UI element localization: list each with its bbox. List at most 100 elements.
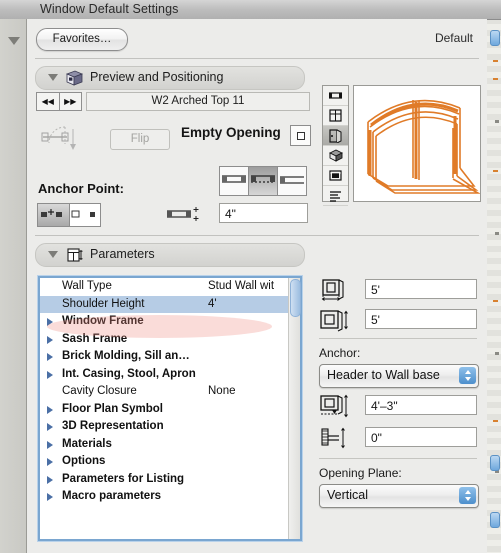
- parameters-scrollbar[interactable]: [288, 278, 301, 539]
- parameter-value[interactable]: 4': [208, 298, 217, 310]
- parameter-name: Floor Plan Symbol: [62, 402, 163, 415]
- expand-triangle-icon[interactable]: [47, 475, 53, 484]
- cube-icon: [66, 70, 83, 86]
- section-icon[interactable]: [323, 166, 348, 186]
- section-title-parameters: Parameters: [90, 247, 155, 261]
- opening-plane-dropdown[interactable]: Vertical: [319, 484, 479, 508]
- table-row[interactable]: Int. Casing, Stool, Apron: [40, 366, 289, 384]
- chevron-updown-icon[interactable]: [459, 487, 476, 504]
- parameter-value[interactable]: Stud Wall wit: [208, 280, 274, 292]
- toolbar-row: Favorites… Default: [27, 19, 487, 58]
- anchor-dropdown[interactable]: Header to Wall base: [319, 364, 479, 388]
- anchor-option-center[interactable]: [38, 204, 69, 226]
- table-row[interactable]: Floor Plan Symbol: [40, 401, 289, 419]
- object-nav-buttons[interactable]: ◀◀ ▶▶: [36, 92, 82, 111]
- anchor-side-icon: [71, 210, 95, 218]
- anchor-option-side[interactable]: [68, 204, 101, 226]
- window-height-icon: [320, 310, 348, 332]
- anchor-dropdown-value: Header to Wall base: [327, 368, 440, 382]
- offset-field-row: 0": [319, 426, 479, 450]
- table-row[interactable]: Options: [40, 453, 289, 471]
- expand-triangle-icon[interactable]: [47, 423, 53, 431]
- section-header-preview[interactable]: Preview and Positioning: [35, 66, 305, 90]
- width-field-row: 5': [319, 278, 479, 302]
- preview-palette: [322, 85, 481, 206]
- empty-opening-checkbox[interactable]: [290, 125, 311, 146]
- window-default-settings-dialog: Window Default Settings Favorites… Defau…: [0, 0, 501, 553]
- expand-triangle-icon[interactable]: [47, 493, 53, 501]
- height-field-row: 5': [319, 308, 479, 332]
- default-label: Default: [434, 31, 473, 45]
- 3d-view-icon[interactable]: [323, 146, 348, 166]
- parameters-icon: [67, 248, 83, 262]
- object-name-field[interactable]: W2 Arched Top 11: [86, 92, 310, 111]
- expand-triangle-icon[interactable]: [47, 440, 53, 449]
- expand-triangle-icon[interactable]: [47, 335, 53, 344]
- wall-position-center[interactable]: [248, 167, 277, 195]
- background-document-edge: [487, 0, 501, 553]
- expand-triangle-icon[interactable]: [47, 353, 53, 361]
- parameter-name: Materials: [62, 437, 112, 450]
- wall-position-outer[interactable]: [277, 167, 306, 195]
- disclosure-triangle-icon[interactable]: [48, 251, 58, 258]
- parameter-name: Int. Casing, Stool, Apron: [62, 367, 196, 380]
- arched-window-wireframe: [367, 99, 480, 194]
- offset-input[interactable]: 0": [365, 427, 477, 447]
- parameter-name: Parameters for Listing: [62, 472, 185, 485]
- sill-height-icon: [320, 394, 348, 418]
- favorites-button[interactable]: Favorites…: [36, 28, 128, 51]
- wall-center-icon: [251, 175, 275, 183]
- floor-plan-icon[interactable]: [323, 86, 348, 106]
- expand-triangle-icon[interactable]: [47, 318, 53, 326]
- title-bar[interactable]: Window Default Settings: [0, 0, 501, 20]
- table-row[interactable]: Macro parameters: [40, 488, 289, 506]
- parameter-name: 3D Representation: [62, 420, 164, 432]
- table-row[interactable]: Wall Type Stud Wall wit: [40, 278, 289, 296]
- disclosure-triangle-icon[interactable]: [48, 74, 58, 81]
- previous-object-button[interactable]: ◀◀: [37, 93, 60, 110]
- wall-depth-input[interactable]: 4": [219, 203, 308, 223]
- sill-height-input[interactable]: 4'–3": [365, 395, 477, 415]
- height-input[interactable]: 5': [365, 309, 477, 329]
- table-row[interactable]: 3D Representation: [40, 418, 289, 436]
- anchor-center-icon: [41, 209, 62, 217]
- swing-direction-icon: [41, 126, 76, 150]
- table-row[interactable]: Materials: [40, 436, 289, 454]
- table-row[interactable]: Sash Frame: [40, 331, 289, 349]
- anchor-label: Anchor:: [319, 346, 361, 360]
- divider: [35, 235, 479, 236]
- table-row[interactable]: Cavity Closure None: [40, 383, 289, 401]
- wall-offset-icon: [321, 427, 345, 449]
- parameter-name: Cavity Closure: [62, 385, 137, 397]
- chevron-updown-icon[interactable]: [459, 367, 476, 384]
- width-input[interactable]: 5': [365, 279, 477, 299]
- section-header-parameters[interactable]: Parameters: [35, 243, 305, 267]
- table-row[interactable]: Parameters for Listing: [40, 471, 289, 489]
- front-view-icon[interactable]: [323, 126, 348, 146]
- expand-triangle-icon[interactable]: [47, 405, 53, 414]
- anchor-point-selector[interactable]: [37, 203, 101, 227]
- wall-position-selector[interactable]: [219, 166, 307, 196]
- divider: [319, 338, 477, 339]
- parameter-name: Shoulder Height: [62, 297, 145, 310]
- parameter-name: Wall Type: [62, 280, 112, 292]
- preview-view-tabs[interactable]: [322, 85, 349, 206]
- parameters-table[interactable]: Wall Type Stud Wall wit Shoulder Height 4' W…: [38, 276, 302, 541]
- window-width-icon: [321, 279, 344, 301]
- expand-triangle-icon[interactable]: [47, 458, 53, 466]
- list-icon[interactable]: [323, 186, 348, 206]
- expand-triangle-icon[interactable]: [47, 370, 53, 379]
- scrollbar-thumb[interactable]: [290, 279, 301, 317]
- next-object-button[interactable]: ▶▶: [60, 93, 82, 110]
- parameter-value[interactable]: None: [208, 385, 236, 397]
- window-3d-preview[interactable]: [353, 85, 481, 202]
- table-row[interactable]: Brick Molding, Sill an…: [40, 348, 289, 366]
- flip-button[interactable]: Flip: [110, 129, 170, 150]
- opening-plane-label: Opening Plane:: [319, 466, 402, 480]
- table-row[interactable]: Window Frame: [40, 313, 289, 331]
- empty-opening-label: Empty Opening: [181, 125, 281, 140]
- window-grid-icon[interactable]: [323, 106, 348, 126]
- wall-position-inner[interactable]: [220, 167, 248, 195]
- table-row[interactable]: Shoulder Height 4': [40, 295, 289, 313]
- collapse-triangle-icon[interactable]: [8, 37, 20, 45]
